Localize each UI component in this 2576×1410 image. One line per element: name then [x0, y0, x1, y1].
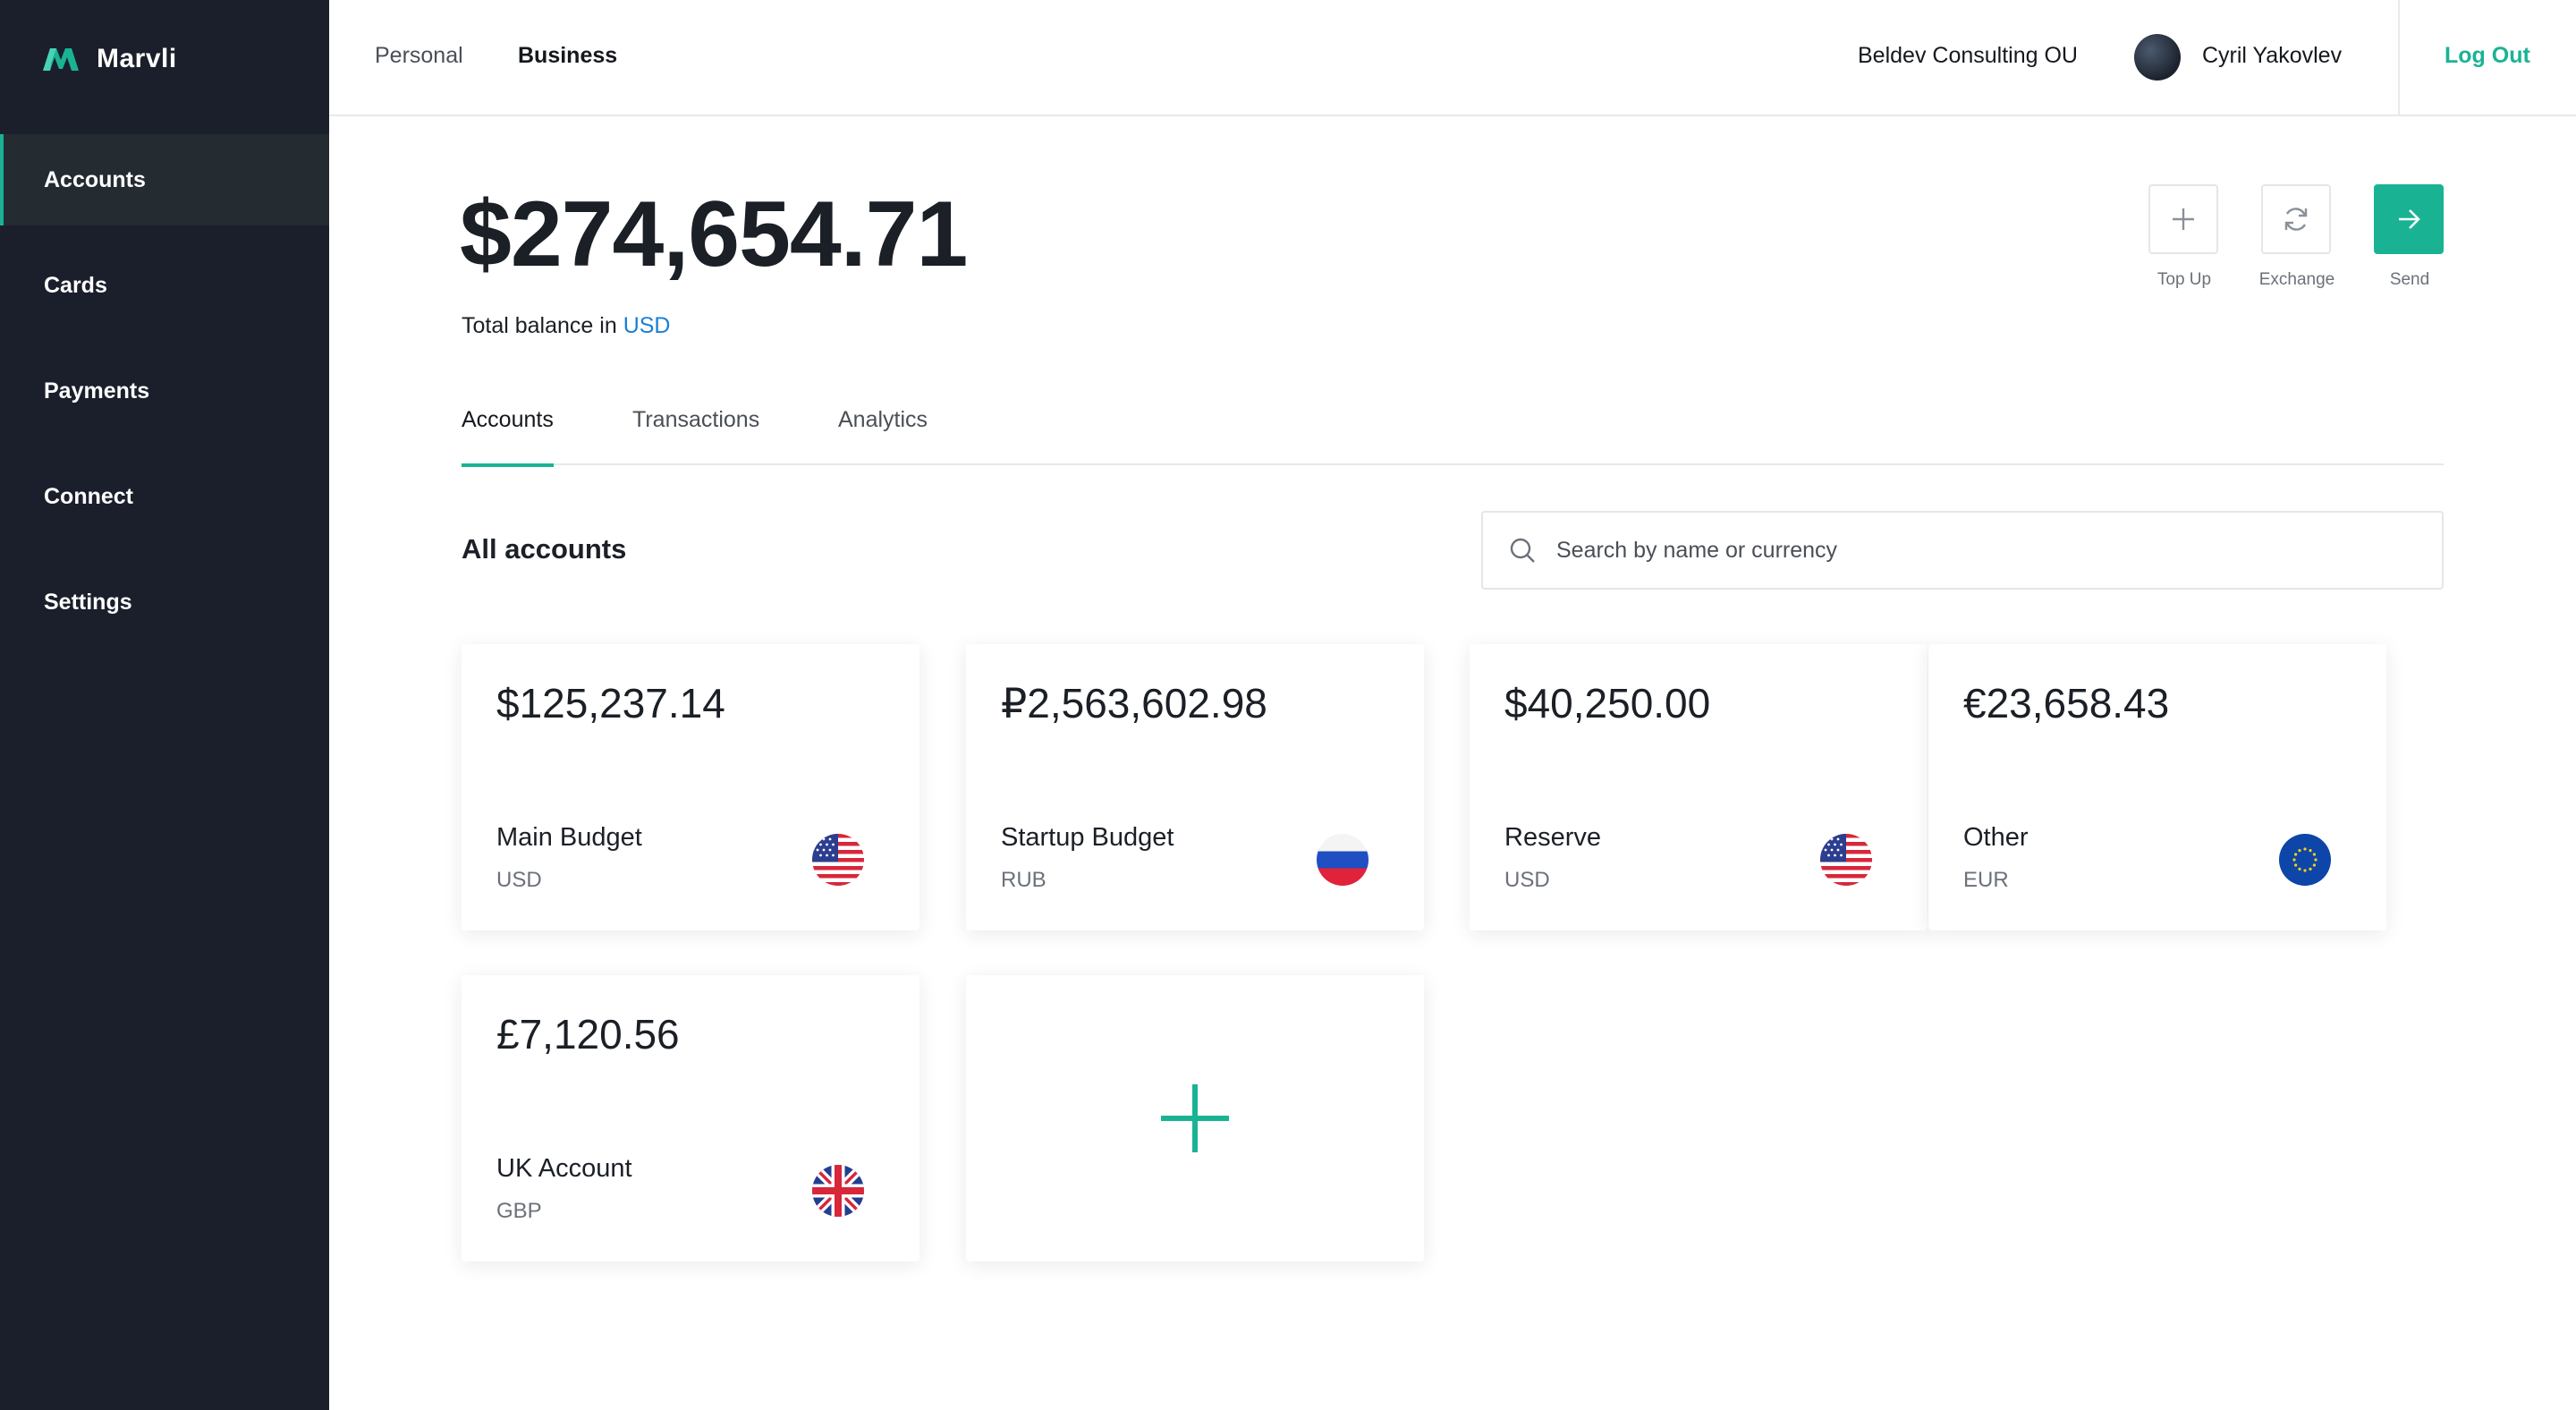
sidebar-item-settings[interactable]: Settings [0, 556, 329, 648]
sidebar: Marvli Accounts Cards Payments Connect S… [0, 0, 329, 1410]
sidebar-item-label: Connect [44, 483, 133, 509]
send-label: Send [2389, 270, 2430, 289]
account-balance: £7,120.56 [496, 1011, 680, 1058]
sidebar-item-label: Payments [44, 378, 150, 403]
search-icon [1510, 538, 1535, 563]
search-box[interactable] [1481, 511, 2444, 590]
company-name[interactable]: Beldev Consulting OU [1858, 43, 2078, 69]
sidebar-item-cards[interactable]: Cards [0, 240, 329, 331]
account-balance: $40,250.00 [1504, 680, 1711, 726]
sidebar-item-label: Settings [44, 589, 132, 615]
exchange-button[interactable] [2261, 184, 2331, 254]
send-action: Send [2374, 184, 2445, 290]
top-up-label: Top Up [2157, 270, 2212, 289]
add-account-card[interactable] [966, 975, 1424, 1261]
account-currency: EUR [1963, 868, 2009, 892]
account-card[interactable]: $125,237.14 Main Budget USD [462, 644, 919, 930]
sidebar-item-payments[interactable]: Payments [0, 345, 329, 437]
tab-business[interactable]: Business [518, 43, 617, 69]
account-balance: €23,658.43 [1963, 680, 2170, 726]
account-name: Startup Budget [1001, 823, 1174, 852]
sidebar-item-label: Cards [44, 272, 107, 298]
exchange-label: Exchange [2258, 270, 2335, 289]
account-card[interactable]: $40,250.00 Reserve USD [1470, 644, 1928, 930]
tab-accounts[interactable]: Accounts [462, 407, 554, 467]
balance-caption: Total balance in USD [462, 313, 670, 339]
account-currency: USD [496, 868, 542, 892]
top-up-button[interactable] [2148, 184, 2218, 254]
plus-icon [1161, 1084, 1229, 1152]
account-balance: ₽2,563,602.98 [1001, 680, 1267, 726]
sidebar-item-accounts[interactable]: Accounts [0, 134, 329, 225]
uk-flag-icon [812, 1165, 864, 1217]
exchange-action: Exchange [2259, 184, 2334, 290]
avatar[interactable] [2134, 34, 2181, 81]
account-currency: USD [1504, 868, 1550, 892]
sidebar-item-label: Accounts [44, 166, 146, 192]
top-up-action: Top Up [2148, 184, 2220, 290]
tab-personal[interactable]: Personal [375, 43, 463, 69]
account-currency: GBP [496, 1199, 542, 1223]
account-name: Other [1963, 823, 2029, 852]
refresh-icon [2284, 208, 2308, 231]
send-button[interactable] [2374, 184, 2444, 254]
balance-currency-link[interactable]: USD [623, 313, 671, 338]
brand-name: Marvli [97, 44, 177, 73]
eu-flag-icon [2279, 834, 2331, 886]
tab-analytics[interactable]: Analytics [838, 407, 928, 465]
arrow-right-icon [2399, 209, 2420, 229]
logout-link[interactable]: Log Out [2445, 43, 2530, 69]
tab-transactions[interactable]: Transactions [632, 407, 759, 465]
sidebar-nav: Accounts Cards Payments Connect Settings [0, 134, 329, 662]
sidebar-item-connect[interactable]: Connect [0, 451, 329, 542]
account-name: Reserve [1504, 823, 1601, 852]
brand[interactable]: Marvli [41, 39, 177, 79]
account-currency: RUB [1001, 868, 1046, 892]
account-balance: $125,237.14 [496, 680, 725, 726]
account-name: UK Account [496, 1154, 632, 1183]
total-balance: $274,654.71 [460, 183, 968, 286]
balance-caption-text: Total balance in [462, 313, 617, 338]
account-card[interactable]: €23,658.43 Other EUR [1928, 644, 2386, 930]
account-name: Main Budget [496, 823, 642, 852]
section-title: All accounts [462, 533, 627, 565]
marvli-logo-icon [43, 48, 79, 71]
us-flag-icon [1820, 834, 1872, 886]
user-name[interactable]: Cyril Yakovlev [2202, 43, 2342, 69]
us-flag-icon [812, 834, 864, 886]
search-input[interactable] [1556, 537, 2406, 564]
plus-icon [2173, 208, 2194, 230]
account-card[interactable]: ₽2,563,602.98 Startup Budget RUB [966, 644, 1424, 930]
header-divider [2398, 0, 2400, 115]
content-tabs: Accounts Transactions Analytics [462, 407, 2444, 467]
top-header: Personal Business Beldev Consulting OU C… [329, 0, 2576, 116]
russia-flag-icon [1317, 834, 1368, 886]
account-card[interactable]: £7,120.56 UK Account GBP [462, 975, 919, 1261]
